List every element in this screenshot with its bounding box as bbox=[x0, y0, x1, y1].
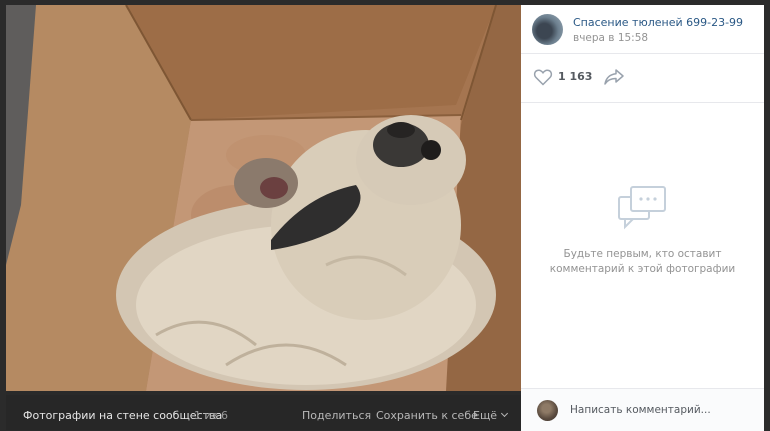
empty-comments-line-1: Будьте первым, кто оставит bbox=[563, 248, 722, 260]
photo-viewer: Фотографии на стене сообщества 1 из 6 По… bbox=[6, 5, 521, 430]
heart-icon bbox=[533, 69, 553, 86]
photo[interactable] bbox=[6, 5, 521, 391]
photo-bottom-bar: Фотографии на стене сообщества 1 из 6 По… bbox=[6, 395, 521, 430]
page-edge bbox=[764, 5, 770, 430]
author-block: Спасение тюленей 699-23-99 вчера в 15:58 bbox=[521, 5, 764, 54]
more-label: Ещё bbox=[473, 409, 498, 422]
community-avatar[interactable] bbox=[532, 14, 563, 45]
likes-count: 1 163 bbox=[558, 70, 593, 83]
comment-box bbox=[521, 388, 764, 431]
photo-sidebar: Спасение тюленей 699-23-99 вчера в 15:58… bbox=[521, 5, 764, 431]
share-arrow-icon bbox=[604, 69, 624, 85]
my-avatar bbox=[537, 400, 558, 421]
save-button[interactable]: Сохранить к себе bbox=[376, 409, 478, 422]
empty-comments: Будьте первым, кто оставит комментарий к… bbox=[521, 185, 764, 277]
more-button[interactable]: Ещё bbox=[473, 409, 509, 422]
album-link[interactable]: Фотографии на стене сообщества bbox=[23, 409, 222, 422]
post-date[interactable]: вчера в 15:58 bbox=[573, 32, 648, 44]
separator-dot: · bbox=[368, 408, 372, 421]
separator-dot: · bbox=[465, 408, 469, 421]
chevron-down-icon bbox=[501, 409, 509, 418]
share-button[interactable]: Поделиться bbox=[302, 409, 371, 422]
comments-icon bbox=[617, 185, 669, 235]
share-post-button[interactable] bbox=[603, 68, 625, 90]
community-name-link[interactable]: Спасение тюленей 699-23-99 bbox=[573, 16, 743, 29]
empty-comments-line-2: комментарий к этой фотографии bbox=[549, 263, 736, 275]
comment-input[interactable] bbox=[570, 399, 750, 421]
photo-counter: 1 из 6 bbox=[194, 409, 228, 422]
actions-row: 1 163 bbox=[521, 54, 764, 103]
